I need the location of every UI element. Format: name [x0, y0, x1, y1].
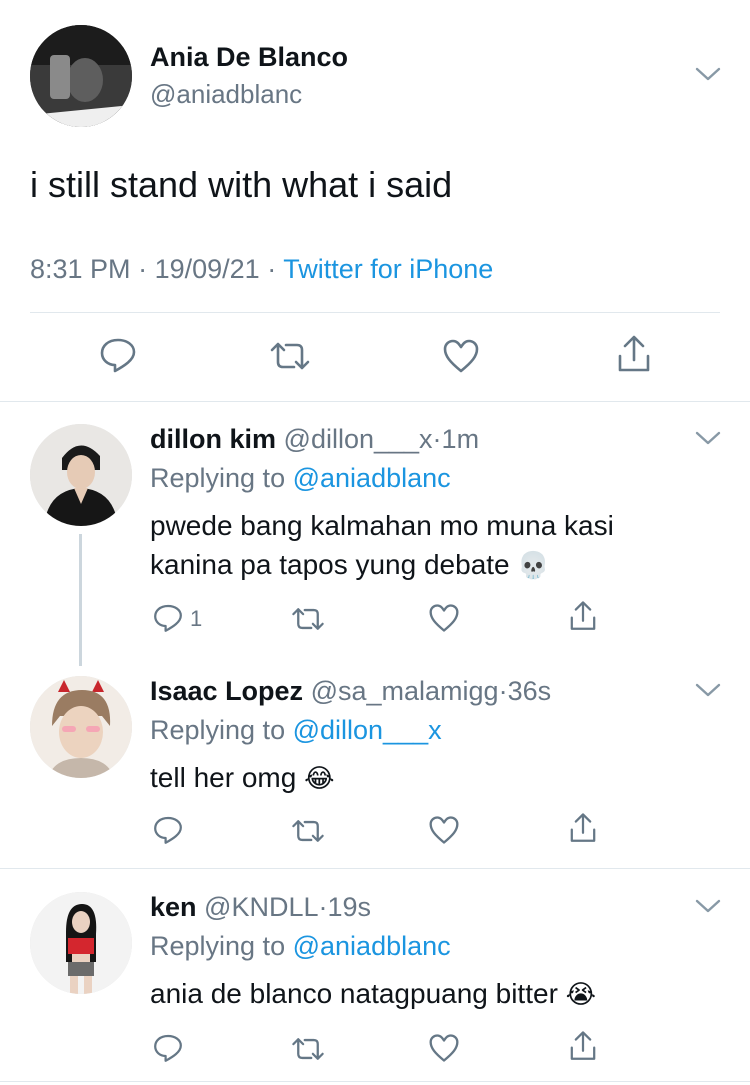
tweet-source-link[interactable]: Twitter for iPhone	[283, 254, 493, 284]
reply-header: dillon kim @dillon___x·1m	[150, 424, 479, 455]
tweet-date: 19/09/21	[154, 254, 260, 284]
thread-line	[79, 534, 82, 666]
author-name[interactable]: dillon kim	[150, 424, 276, 454]
tweet-text-line: kanina pa tapos yung debate 💀	[150, 549, 550, 581]
divider	[30, 312, 720, 313]
retweet-icon[interactable]	[290, 1036, 326, 1062]
replying-prefix: Replying to	[150, 931, 286, 961]
avatar[interactable]	[30, 424, 132, 526]
like-icon[interactable]	[442, 338, 480, 374]
reply-icon[interactable]	[152, 603, 184, 633]
avatar-photo	[30, 892, 132, 994]
chevron-down-icon[interactable]	[695, 66, 721, 82]
reply-icon[interactable]	[152, 1033, 184, 1063]
tweet-text-line: tell her omg 😂	[150, 762, 334, 794]
tweet-age: 19s	[327, 892, 372, 922]
replying-to-link[interactable]: @dillon___x	[293, 715, 442, 745]
tweet-text-line: pwede bang kalmahan mo muna kasi	[150, 510, 614, 541]
reply-header: ken @KNDLL·19s	[150, 892, 371, 923]
meta-separator: ·	[318, 892, 328, 922]
share-icon[interactable]	[567, 812, 599, 844]
share-icon[interactable]	[567, 600, 599, 632]
replying-to: Replying to @dillon___x	[150, 715, 442, 746]
retweet-icon[interactable]	[290, 606, 326, 632]
retweet-icon[interactable]	[290, 818, 326, 844]
replying-to-link[interactable]: @aniadblanc	[293, 463, 451, 493]
tweet-text-line-2: kanina pa tapos yung debate	[150, 549, 510, 580]
replying-to: Replying to @aniadblanc	[150, 931, 451, 962]
meta-separator: ·	[498, 676, 508, 706]
like-icon[interactable]	[428, 603, 460, 633]
retweet-icon[interactable]	[268, 340, 312, 372]
divider	[0, 401, 750, 402]
meta-separator: ·	[432, 424, 442, 454]
tweet-time: 8:31 PM	[30, 254, 131, 284]
avatar[interactable]	[30, 676, 132, 778]
author-handle[interactable]: @aniadblanc	[150, 79, 302, 110]
author-handle[interactable]: @KNDLL	[204, 892, 318, 922]
avatar-photo	[30, 25, 132, 127]
skull-emoji-icon: 💀	[517, 550, 550, 580]
tweet-text: ania de blanco natagpuang bitter	[150, 978, 558, 1009]
share-icon[interactable]	[567, 1030, 599, 1062]
author-name[interactable]: Ania De Blanco	[150, 42, 348, 73]
author-handle[interactable]: @dillon___x	[284, 424, 433, 454]
chevron-down-icon[interactable]	[695, 898, 721, 914]
laughing-emoji-icon: 😂	[304, 763, 335, 793]
replying-prefix: Replying to	[150, 463, 286, 493]
tweet-text: tell her omg	[150, 762, 297, 793]
author-handle[interactable]: @sa_malamigg	[311, 676, 499, 706]
tweet-text: i still stand with what i said	[30, 164, 453, 205]
replying-to: Replying to @aniadblanc	[150, 463, 451, 494]
author-name[interactable]: Isaac Lopez	[150, 676, 303, 706]
avatar-photo	[30, 676, 132, 778]
reply-count: 1	[190, 606, 203, 631]
author-name[interactable]: ken	[150, 892, 197, 922]
like-icon[interactable]	[428, 815, 460, 845]
reply-icon[interactable]	[152, 815, 184, 845]
reply-header: Isaac Lopez @sa_malamigg·36s	[150, 676, 551, 707]
reply-icon[interactable]	[98, 337, 138, 373]
tweet-age: 36s	[507, 676, 552, 706]
divider	[0, 1081, 750, 1082]
crying-emoji-icon: 😭	[565, 979, 597, 1009]
like-icon[interactable]	[428, 1033, 460, 1063]
avatar-photo	[30, 424, 132, 526]
tweet-meta: 8:31 PM · 19/09/21 · Twitter for iPhone	[30, 254, 493, 285]
replying-to-link[interactable]: @aniadblanc	[293, 931, 451, 961]
avatar[interactable]	[30, 25, 132, 127]
replying-prefix: Replying to	[150, 715, 286, 745]
tweet-age: 1m	[441, 424, 480, 454]
chevron-down-icon[interactable]	[695, 682, 721, 698]
avatar[interactable]	[30, 892, 132, 994]
share-icon[interactable]	[614, 334, 654, 374]
meta-separator: ·	[267, 254, 277, 284]
meta-separator: ·	[138, 254, 148, 284]
chevron-down-icon[interactable]	[695, 430, 721, 446]
tweet-text-line: ania de blanco natagpuang bitter 😭	[150, 978, 596, 1010]
divider	[0, 868, 750, 869]
